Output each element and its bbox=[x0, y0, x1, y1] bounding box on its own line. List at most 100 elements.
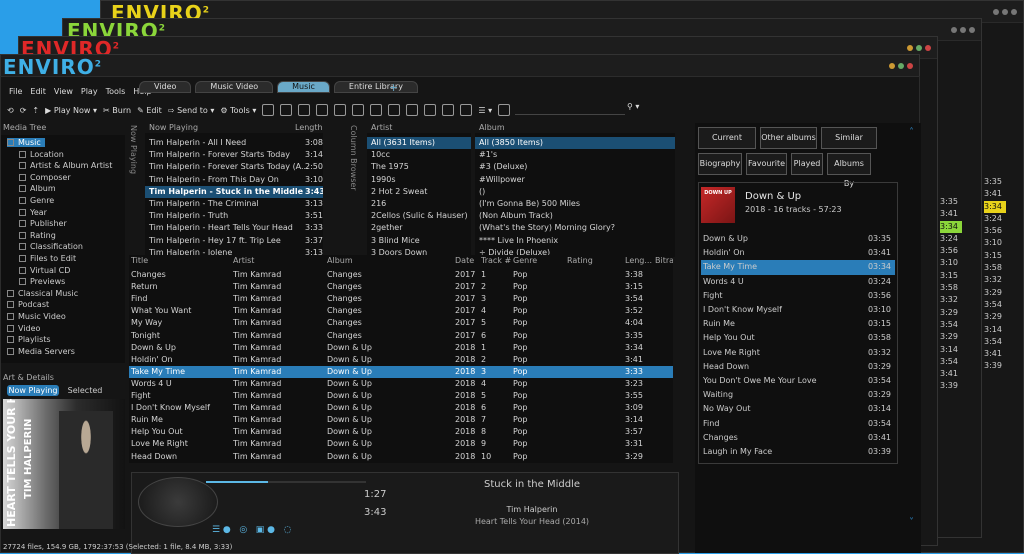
column-browser-vtab[interactable]: Column Browser bbox=[349, 125, 358, 191]
album-track-row[interactable]: You Don't Owe Me Your Love 03:54 bbox=[701, 374, 895, 388]
column-header[interactable]: Genre bbox=[513, 255, 537, 267]
now-playing-vtab[interactable]: Now Playing bbox=[129, 125, 138, 174]
tab-now-playing[interactable]: Now Playing bbox=[7, 385, 59, 396]
table-row[interactable]: Find Tim Kamrad Changes 2017 3 Pop 3:54 bbox=[129, 293, 673, 305]
tree-item[interactable]: Classical Music bbox=[7, 289, 78, 298]
album-row[interactable]: **** Live In Phoenix bbox=[475, 235, 675, 247]
edit-button[interactable]: ✎ Edit bbox=[137, 106, 162, 115]
toolbar-icon[interactable] bbox=[460, 104, 473, 116]
album-track-row[interactable]: Help You Out 03:58 bbox=[701, 331, 895, 345]
table-row[interactable]: Help You Out Tim Kamrad Down & Up 2018 8 Pop 3… bbox=[129, 426, 673, 438]
playback-controls[interactable] bbox=[138, 477, 218, 527]
album-track-row[interactable]: Down & Up 03:35 bbox=[701, 232, 895, 246]
now-playing-row[interactable]: Tim Halperin - Forever Starts Today (A..… bbox=[145, 161, 323, 173]
album-track-row[interactable]: Find 03:54 bbox=[701, 417, 895, 431]
menu-play[interactable]: Play bbox=[77, 87, 102, 96]
artist-row[interactable]: 2 Hot 2 Sweat bbox=[367, 186, 471, 198]
table-row[interactable]: Return Tim Kamrad Changes 2017 2 Pop 3:15 bbox=[129, 281, 673, 293]
table-row[interactable]: Changes Tim Kamrad Changes 2017 1 Pop 3:38 bbox=[129, 269, 673, 281]
tab-music-video[interactable]: Music Video bbox=[195, 81, 274, 93]
tree-item[interactable]: Rating bbox=[19, 231, 56, 240]
window-dot[interactable] bbox=[1002, 9, 1008, 15]
table-row[interactable]: Tonight Tim Kamrad Changes 2017 6 Pop 3:35 bbox=[129, 330, 673, 342]
column-header[interactable]: Track # bbox=[481, 255, 511, 267]
menu-file[interactable]: File bbox=[5, 87, 26, 96]
artist-row[interactable]: 2Cellos (Sulic & Hauser) bbox=[367, 210, 471, 222]
length-header[interactable]: Length bbox=[295, 123, 323, 132]
album-column-header[interactable]: Album bbox=[479, 123, 505, 132]
now-playing-row[interactable]: Tim Halperin - Heart Tells Your Head 3:33 bbox=[145, 222, 323, 234]
add-tab-icon[interactable]: + bbox=[389, 81, 398, 94]
progress-track[interactable] bbox=[206, 481, 366, 483]
back-icon[interactable]: ⟲ bbox=[7, 106, 14, 115]
panel-button[interactable]: Other albums bbox=[760, 127, 817, 149]
album-track-row[interactable]: I Don't Know Myself 03:10 bbox=[701, 303, 895, 317]
panel-button[interactable]: Biography bbox=[698, 153, 742, 175]
table-row[interactable]: Take My Time Tim Kamrad Down & Up 2018 3 Pop 3… bbox=[129, 365, 673, 378]
panel-button[interactable]: Similar artists bbox=[821, 127, 877, 162]
now-playing-row[interactable]: Tim Halperin - All I Need 3:08 bbox=[145, 137, 323, 149]
toolbar-icon[interactable] bbox=[406, 104, 419, 116]
column-header[interactable]: Bitra... bbox=[655, 255, 673, 267]
table-row[interactable]: Fight Tim Kamrad Down & Up 2018 5 Pop 3:55 bbox=[129, 390, 673, 402]
album-row[interactable]: #3 (Deluxe) bbox=[475, 161, 675, 173]
toolbar-icon[interactable] bbox=[442, 104, 455, 116]
table-row[interactable]: Words 4 U Tim Kamrad Down & Up 2018 4 Pop 3:23 bbox=[129, 378, 673, 390]
now-playing-row[interactable]: Tim Halperin - The Criminal 3:13 bbox=[145, 198, 323, 210]
tab-video[interactable]: Video bbox=[139, 81, 192, 93]
table-row[interactable]: What You Want Tim Kamrad Changes 2017 4 Pop 3:… bbox=[129, 305, 673, 317]
toolbar-icon[interactable] bbox=[352, 104, 365, 116]
album-row[interactable]: (Non Album Track) bbox=[475, 210, 675, 222]
album-track-row[interactable]: Head Down 03:29 bbox=[701, 360, 895, 374]
right-panel-scroll-down[interactable]: ˅ bbox=[909, 517, 914, 528]
artist-row[interactable]: 10cc bbox=[367, 149, 471, 161]
send-to-button[interactable]: ⇨ Send to ▾ bbox=[168, 106, 215, 115]
tree-item[interactable]: Previews bbox=[19, 277, 65, 286]
artist-row[interactable]: 3 Blind Mice bbox=[367, 235, 471, 247]
album-row[interactable]: (I'm Gonna Be) 500 Miles bbox=[475, 198, 675, 210]
album-track-row[interactable]: No Way Out 03:14 bbox=[701, 402, 895, 416]
tab-entire-library[interactable]: Entire Library bbox=[333, 81, 418, 93]
artist-row[interactable]: 2gether bbox=[367, 222, 471, 234]
up-icon[interactable]: ⇡ bbox=[32, 106, 39, 115]
panel-button[interactable]: Albums By bbox=[827, 153, 871, 188]
panel-button[interactable]: Current Album bbox=[698, 127, 756, 162]
table-row[interactable]: Holdin' On Tim Kamrad Down & Up 2018 2 Pop 3:4… bbox=[129, 354, 673, 366]
tree-item[interactable]: Playlists bbox=[7, 335, 51, 344]
now-playing-row[interactable]: Tim Halperin - Truth 3:51 bbox=[145, 210, 323, 222]
window-dot[interactable] bbox=[993, 9, 999, 15]
album-row[interactable]: #1's bbox=[475, 149, 675, 161]
table-row[interactable]: Love Me Right Tim Kamrad Down & Up 2018 9 Pop… bbox=[129, 438, 673, 450]
tree-item[interactable]: Virtual CD bbox=[19, 266, 70, 275]
now-playing-row[interactable]: Tim Halperin - Hey 17 ft. Trip Lee 3:37 bbox=[145, 235, 323, 247]
tree-item[interactable]: Publisher bbox=[19, 219, 67, 228]
right-panel-scroll-up[interactable]: ˄ bbox=[909, 127, 914, 138]
artist-row[interactable]: 216 bbox=[367, 198, 471, 210]
column-header[interactable]: Rating bbox=[567, 255, 593, 267]
album-row[interactable]: #Willpower bbox=[475, 174, 675, 186]
album-track-row[interactable]: Ruin Me 03:15 bbox=[701, 317, 895, 331]
toolbar-icon[interactable] bbox=[262, 104, 275, 116]
tab-selected[interactable]: Selected bbox=[63, 385, 107, 396]
artist-column-header[interactable]: Artist bbox=[371, 123, 392, 132]
search-input[interactable] bbox=[515, 103, 625, 115]
album-row[interactable]: All (3850 Items) bbox=[475, 137, 675, 150]
artist-row[interactable]: The 1975 bbox=[367, 161, 471, 173]
toolbar-icon[interactable] bbox=[334, 104, 347, 116]
album-row[interactable]: (What's the Story) Morning Glory? bbox=[475, 222, 675, 234]
play-now-button[interactable]: ▶ Play Now ▾ bbox=[45, 106, 97, 115]
column-header[interactable]: Date bbox=[455, 255, 474, 267]
album-track-row[interactable]: Waiting 03:29 bbox=[701, 388, 895, 402]
table-row[interactable]: Down & Up Tim Kamrad Down & Up 2018 1 Pop 3:34 bbox=[129, 342, 673, 354]
artist-row[interactable]: All (3631 Items) bbox=[367, 137, 471, 150]
column-header[interactable]: Title bbox=[131, 255, 148, 267]
window-dot[interactable] bbox=[1011, 9, 1017, 15]
menu-tools[interactable]: Tools bbox=[102, 87, 130, 96]
tree-item[interactable]: Music bbox=[7, 138, 45, 147]
toolbar-icon[interactable] bbox=[280, 104, 293, 116]
now-playing-header[interactable]: Now Playing bbox=[149, 123, 198, 132]
tools-button[interactable]: ⚙ Tools ▾ bbox=[220, 106, 256, 115]
view-scheme-icon[interactable]: ☰ ▾ bbox=[478, 106, 492, 115]
album-track-row[interactable]: Changes 03:41 bbox=[701, 431, 895, 445]
tree-item[interactable]: Album bbox=[19, 184, 56, 193]
